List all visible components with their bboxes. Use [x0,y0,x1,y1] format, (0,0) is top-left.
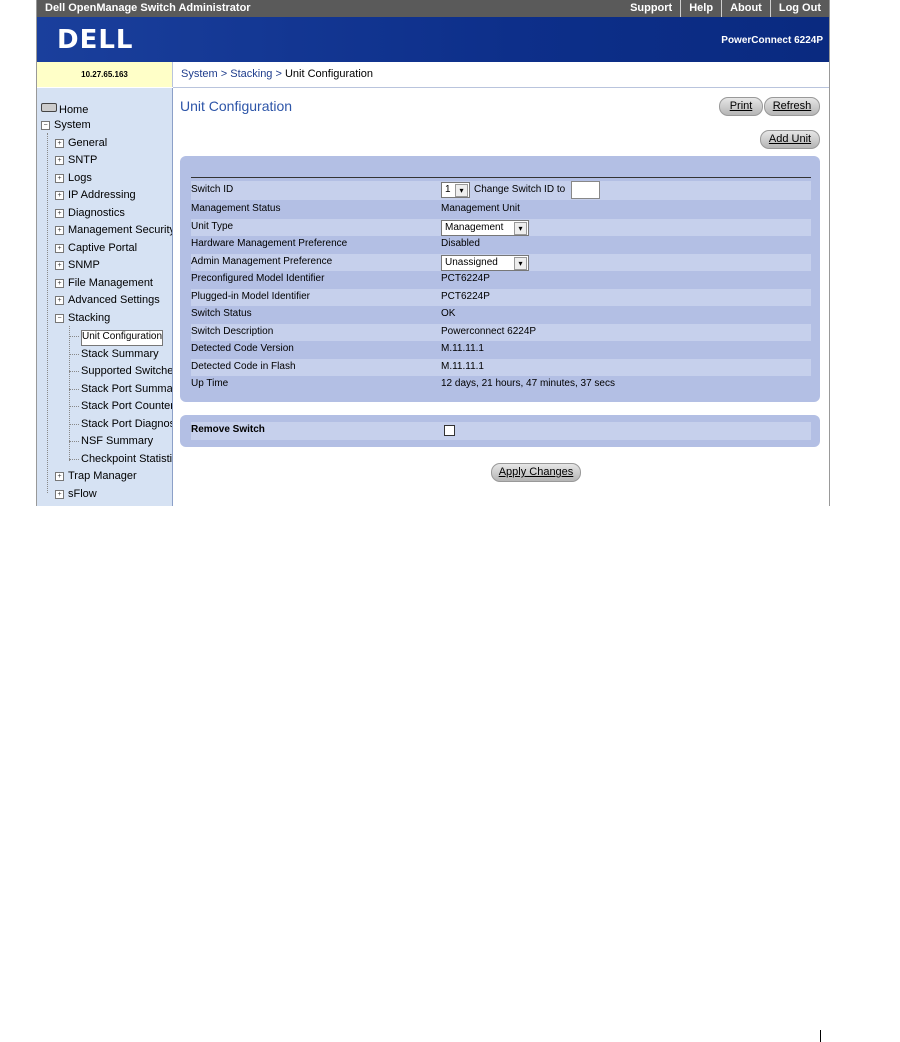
sidebar-item-stack-port-diagnostics[interactable]: Stack Port Diagnost [81,418,172,430]
sidebar-item-logs[interactable]: + Logs [55,172,92,184]
expand-icon[interactable]: + [55,261,64,270]
up-time-row: Up Time 12 days, 21 hours, 47 minutes, 3… [191,378,615,389]
sidebar-item-checkpoint-statistics[interactable]: Checkpoint Statistic [81,453,172,465]
tree-branch [69,336,79,337]
breadcrumb-current: Unit Configuration [284,68,374,80]
expand-icon[interactable]: + [55,156,64,165]
detected-code-version-row: Detected Code Version M.11.11.1 [191,343,484,354]
sidebar-item-general[interactable]: + General [55,137,107,149]
plugged-in-model-row: Plugged-in Model Identifier PCT6224P [191,289,811,306]
tree-line [47,133,48,493]
page-title: Unit Configuration [180,98,293,114]
top-links: Support Help About Log Out [622,0,829,17]
ip-address: 10.27.65.163 [37,62,173,87]
remove-switch-checkbox[interactable] [444,425,455,436]
sidebar-item-supported-switches[interactable]: Supported Switches [81,365,172,377]
add-unit-button[interactable]: Add Unit [760,130,820,149]
sidebar-item-file-management[interactable]: + File Management [55,277,153,289]
remove-switch-panel: Remove Switch [180,415,820,447]
collapse-icon[interactable]: − [41,121,50,130]
sidebar-item-stack-port-summary[interactable]: Stack Port Summar [81,383,172,395]
panel-divider [191,177,811,178]
admin-mgmt-pref-row: Admin Management Preference Unassigned ▾ [191,254,811,271]
sidebar-item-sflow[interactable]: + sFlow [55,488,97,500]
expand-icon[interactable]: + [55,191,64,200]
unit-config-panel: Switch ID 1 ▾ Change Switch ID to Manage… [180,156,820,402]
sidebar-item-stack-summary[interactable]: Stack Summary [81,348,159,360]
expand-icon[interactable]: + [55,472,64,481]
expand-icon[interactable]: + [55,226,64,235]
chevron-down-icon: ▾ [514,222,527,235]
collapse-icon[interactable]: − [55,314,64,323]
tree-branch [69,424,79,425]
home-icon [41,103,57,112]
switch-id-row: Switch ID 1 ▾ Change Switch ID to [191,181,811,200]
switch-description-row: Switch Description Powerconnect 6224P [191,324,811,341]
sidebar-item-stack-port-counters[interactable]: Stack Port Counters [81,400,172,412]
tree-branch [69,406,79,407]
dell-logo: DELL [57,25,134,55]
about-link[interactable]: About [721,0,770,17]
brand-bar: DELL PowerConnect 6224P [37,17,829,62]
main-content: Unit Configuration Print Refresh Add Uni… [173,88,829,506]
change-switch-id-input[interactable] [571,181,600,199]
sidebar-item-nsf-summary[interactable]: NSF Summary [81,435,153,447]
help-link[interactable]: Help [680,0,721,17]
breadcrumb-system[interactable]: System [181,68,218,80]
switch-id-select[interactable]: 1 ▾ [441,182,470,198]
sidebar-item-home[interactable]: Home [41,103,88,116]
sidebar-item-trap-manager[interactable]: + Trap Manager [55,470,137,482]
hw-mgmt-pref-row: Hardware Management Preference Disabled [191,238,480,249]
page-footer-rule [820,1030,821,1042]
sidebar-item-captive-portal[interactable]: + Captive Portal [55,242,137,254]
sidebar-item-advanced-settings[interactable]: + Advanced Settings [55,294,160,306]
refresh-button[interactable]: Refresh [764,97,820,116]
print-button[interactable]: Print [719,97,763,116]
change-switch-id-label: Change Switch ID to [474,184,566,195]
chevron-down-icon: ▾ [455,184,468,197]
expand-icon[interactable]: + [55,244,64,253]
unit-type-row: Unit Type Management ▾ [191,219,811,236]
apply-changes-button[interactable]: Apply Changes [491,463,581,482]
sidebar-item-stacking[interactable]: − Stacking [55,312,110,324]
expand-icon[interactable]: + [55,209,64,218]
support-link[interactable]: Support [622,0,680,17]
sidebar: Home − System + General + SNTP + Logs + IP Ad… [37,88,173,506]
management-status-row: Management Status Management Unit [191,203,520,214]
chevron-down-icon: ▾ [514,257,527,270]
sidebar-item-snmp[interactable]: + SNMP [55,259,100,271]
detected-code-flash-row: Detected Code in Flash M.11.11.1 [191,359,811,376]
sidebar-item-unit-configuration[interactable]: Unit Configuration [81,330,164,346]
app-title: Dell OpenManage Switch Administrator [45,2,251,14]
breadcrumb-bar: System > Stacking > Unit Configuration [173,62,829,88]
top-bar: Dell OpenManage Switch Administrator Sup… [37,0,829,17]
tree-branch [69,389,79,390]
sidebar-item-diagnostics[interactable]: + Diagnostics [55,207,125,219]
sidebar-item-ip-addressing[interactable]: + IP Addressing [55,189,136,201]
logout-link[interactable]: Log Out [769,0,829,17]
sidebar-item-system[interactable]: − System [41,119,91,131]
expand-icon[interactable]: + [55,279,64,288]
switch-status-row: Switch Status OK [191,308,456,319]
tree-branch [69,459,79,460]
sidebar-item-sntp[interactable]: + SNTP [55,154,97,166]
expand-icon[interactable]: + [55,490,64,499]
breadcrumb: System > Stacking > Unit Configuration [181,68,374,80]
tree-branch [69,354,79,355]
remove-switch-row: Remove Switch [191,422,811,440]
sidebar-item-management-security[interactable]: + Management Security [55,224,172,236]
expand-icon[interactable]: + [55,296,64,305]
browser-frame: Dell OpenManage Switch Administrator Sup… [36,0,830,506]
admin-mgmt-pref-select[interactable]: Unassigned ▾ [441,255,529,271]
tree-branch [69,441,79,442]
unit-type-select[interactable]: Management ▾ [441,220,529,236]
breadcrumb-stacking[interactable]: Stacking [230,68,272,80]
product-name: PowerConnect 6224P [721,35,823,46]
tree-branch [69,371,79,372]
expand-icon[interactable]: + [55,139,64,148]
expand-icon[interactable]: + [55,174,64,183]
preconfigured-model-row: Preconfigured Model Identifier PCT6224P [191,273,490,284]
